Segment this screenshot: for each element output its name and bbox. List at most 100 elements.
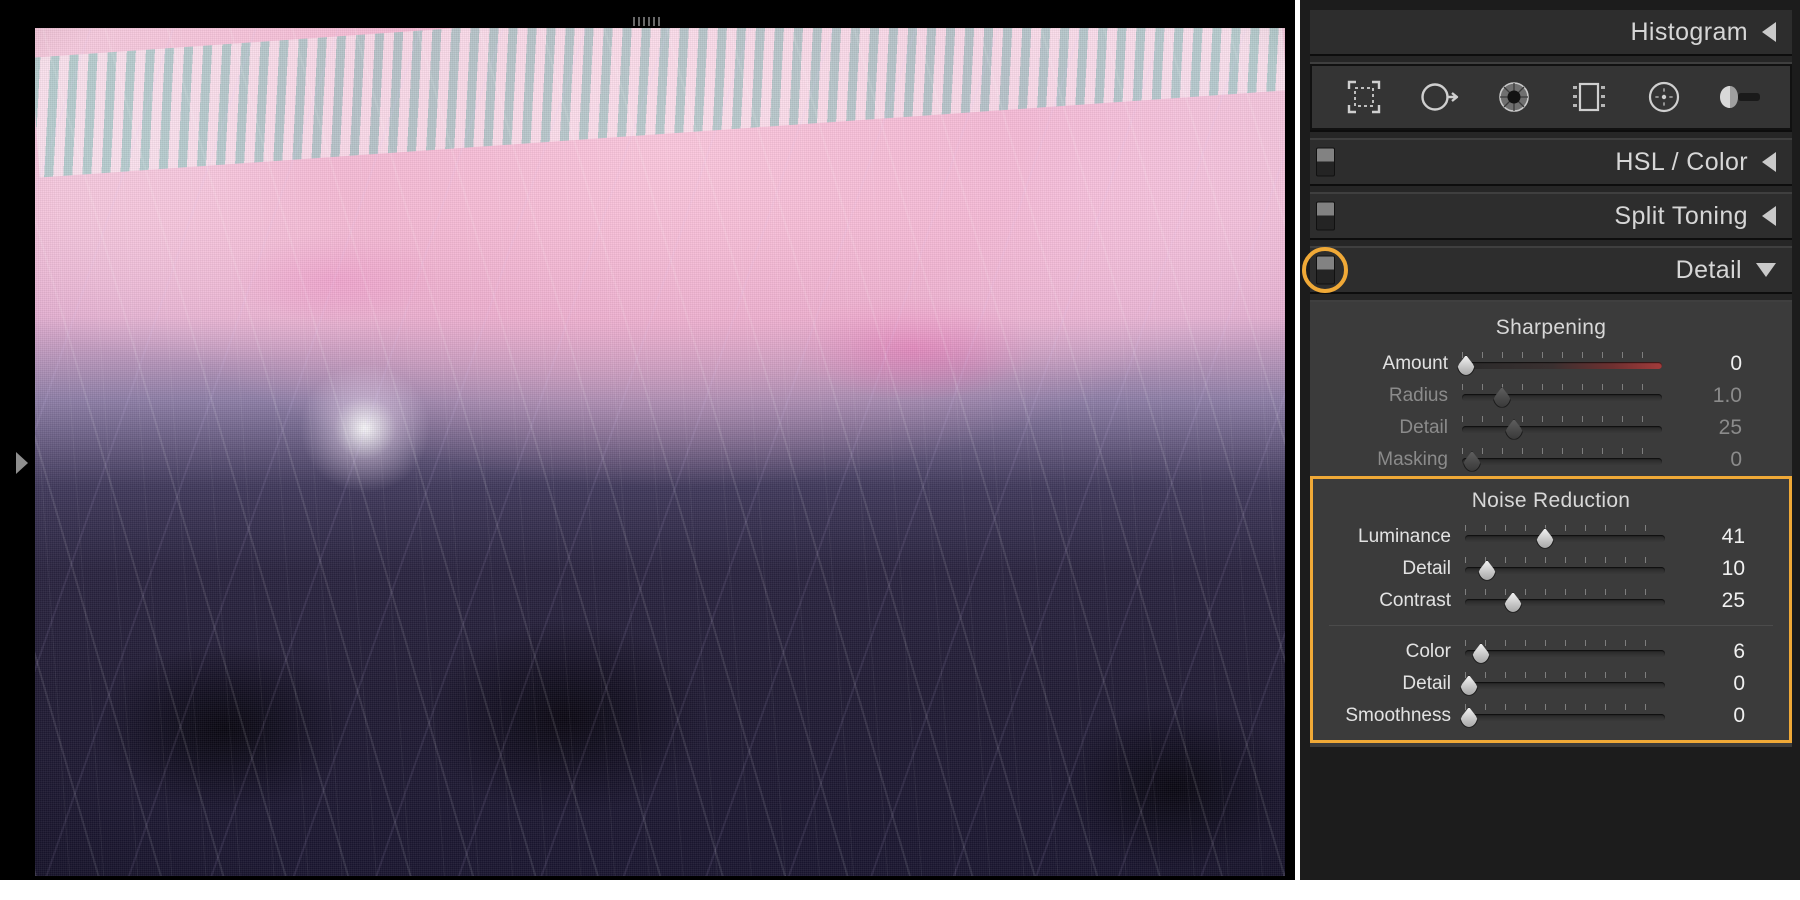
slider-track-fill (1465, 682, 1665, 689)
slider-value[interactable]: 41 (1665, 525, 1745, 549)
slider-row-detail[interactable]: Detail 0 (1313, 668, 1789, 700)
slider-track-detail[interactable] (1459, 671, 1665, 697)
slider-track-smoothness[interactable] (1459, 703, 1665, 729)
slider-value[interactable]: 10 (1665, 557, 1745, 581)
graduated-filter-icon[interactable] (1562, 73, 1616, 121)
slider-track-fill (1465, 535, 1665, 542)
sharpening-subtitle: Sharpening (1495, 316, 1607, 339)
panel-groove (1310, 292, 1792, 302)
triangle-left-icon[interactable] (1762, 152, 1776, 172)
triangle-right-icon[interactable] (16, 452, 28, 474)
slider-label: Amount (1382, 353, 1448, 374)
slider-value[interactable]: 25 (1665, 589, 1745, 613)
crop-icon[interactable] (1337, 73, 1391, 121)
slider-handle[interactable] (1535, 528, 1555, 549)
slider-row-detail[interactable]: Detail 25 (1310, 412, 1792, 444)
slider-row-detail[interactable]: Detail 10 (1313, 553, 1789, 585)
slider-label: Masking (1377, 449, 1448, 470)
slider-value[interactable]: 0 (1665, 672, 1745, 696)
slider-ticks (1462, 416, 1662, 422)
panel-header-histogram[interactable]: Histogram (1310, 10, 1792, 54)
slider-ticks (1465, 525, 1665, 531)
panel-header-hsl-color[interactable]: HSL / Color (1310, 140, 1792, 184)
split-toning-title: Split Toning (1614, 201, 1748, 230)
noise-reduction-highlight-box: Noise Reduction Luminance 41 Detail 10 Contr… (1310, 476, 1792, 743)
slider-row-radius[interactable]: Radius 1.0 (1310, 380, 1792, 412)
slider-row-smoothness[interactable]: Smoothness 0 (1313, 700, 1789, 732)
slider-label: Luminance (1358, 526, 1451, 547)
slider-track-fill (1462, 426, 1662, 433)
split-toning-enable-toggle[interactable] (1316, 201, 1335, 231)
slider-handle[interactable] (1462, 451, 1482, 472)
slider-row-masking[interactable]: Masking 0 (1310, 444, 1792, 476)
slider-handle[interactable] (1477, 560, 1497, 581)
triangle-left-icon[interactable] (1762, 206, 1776, 226)
carousel-night-photo[interactable] (35, 28, 1285, 876)
hsl-color-enable-toggle[interactable] (1316, 147, 1335, 177)
slider-label: Smoothness (1345, 705, 1451, 726)
slider-track-luminance[interactable] (1465, 524, 1665, 550)
slider-handle[interactable] (1504, 419, 1524, 440)
noise-reduction-subtitle: Noise Reduction (1471, 489, 1631, 512)
slider-handle[interactable] (1459, 675, 1479, 696)
panel-groove (1310, 238, 1792, 248)
slider-row-contrast[interactable]: Contrast 25 (1313, 585, 1789, 617)
slider-value[interactable]: 0 (1662, 352, 1742, 376)
radial-filter-icon[interactable] (1637, 73, 1691, 121)
triangle-down-icon[interactable] (1756, 263, 1776, 277)
sharpening-slider-group: Amount 0 Radius 1.0 Detail 25 Masking 0 (1310, 348, 1792, 476)
slider-track-fill (1462, 362, 1662, 369)
panel-groove (1310, 130, 1792, 140)
image-stage (0, 0, 1295, 880)
slider-ticks (1462, 352, 1662, 358)
slider-track-detail[interactable] (1462, 415, 1662, 441)
histogram-title: Histogram (1630, 17, 1748, 46)
slider-value[interactable]: 0 (1665, 704, 1745, 728)
slider-row-color[interactable]: Color 6 (1313, 636, 1789, 668)
slider-handle[interactable] (1503, 592, 1523, 613)
slider-track-masking[interactable] (1462, 447, 1662, 473)
slider-ticks (1465, 640, 1665, 646)
slider-track-detail[interactable] (1465, 556, 1665, 582)
slider-ticks (1465, 672, 1665, 678)
slider-track-fill (1465, 599, 1665, 606)
slider-handle[interactable] (1492, 387, 1512, 408)
slider-handle[interactable] (1471, 643, 1491, 664)
panel-groove (1310, 184, 1792, 194)
slider-track-fill (1462, 458, 1662, 465)
slider-ticks (1465, 589, 1665, 595)
slider-value[interactable]: 25 (1662, 416, 1742, 440)
triangle-left-icon[interactable] (1762, 22, 1776, 42)
slider-handle[interactable] (1456, 355, 1476, 376)
slider-label: Contrast (1379, 590, 1451, 611)
slider-row-luminance[interactable]: Luminance 41 (1313, 521, 1789, 553)
spot-removal-icon[interactable] (1412, 73, 1466, 121)
slider-track-amount[interactable] (1456, 351, 1662, 377)
panel-header-split-toning[interactable]: Split Toning (1310, 194, 1792, 238)
slider-track-fill (1465, 714, 1665, 721)
slider-label: Radius (1388, 385, 1448, 406)
slider-track-color[interactable] (1465, 639, 1665, 665)
slider-handle[interactable] (1459, 707, 1479, 728)
slider-value[interactable]: 1.0 (1662, 384, 1742, 408)
slider-label: Detail (1399, 417, 1448, 438)
slider-track-fill (1465, 650, 1665, 657)
tool-strip (1310, 64, 1792, 130)
slider-track-radius[interactable] (1462, 383, 1662, 409)
photo-vignette (35, 28, 1285, 876)
slider-row-amount[interactable]: Amount 0 (1310, 348, 1792, 380)
slider-value[interactable]: 0 (1662, 448, 1742, 472)
noise-reduction-color-group: Color 6 Detail 0 Smoothness 0 (1313, 636, 1789, 732)
noise-reduction-luminance-group: Luminance 41 Detail 10 Contrast 25 (1313, 521, 1789, 617)
photo-editor-window: Histogram HSL / Color Split Toning Detai… (0, 0, 1800, 900)
slider-value[interactable]: 6 (1665, 640, 1745, 664)
detail-enable-toggle[interactable] (1316, 255, 1335, 285)
slider-track-contrast[interactable] (1465, 588, 1665, 614)
drag-grip-icon[interactable] (632, 17, 663, 26)
slider-ticks (1462, 448, 1662, 454)
brush-icon[interactable] (1712, 73, 1766, 121)
panel-groove (1310, 54, 1792, 64)
panel-header-detail[interactable]: Detail (1302, 247, 1792, 293)
slider-ticks (1465, 704, 1665, 710)
eye-icon[interactable] (1487, 73, 1541, 121)
